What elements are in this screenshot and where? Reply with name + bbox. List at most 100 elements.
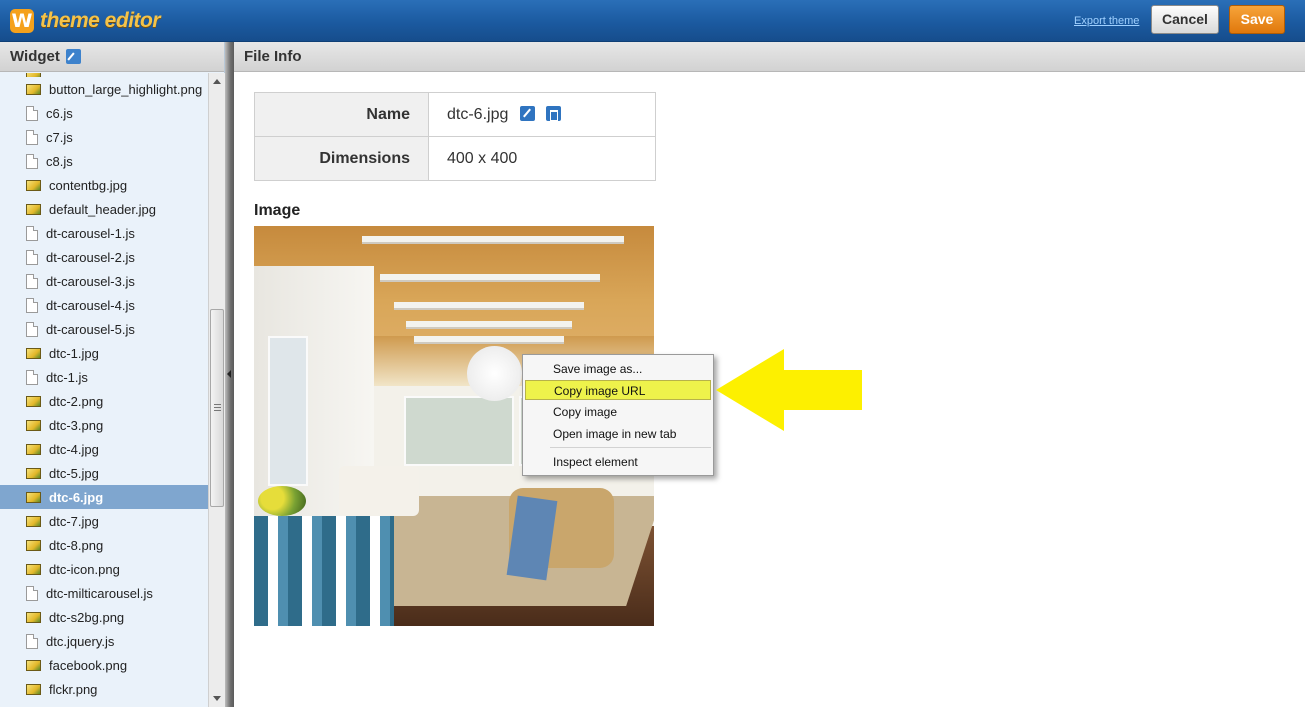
cancel-button[interactable]: Cancel xyxy=(1151,5,1219,34)
image-file-icon xyxy=(26,443,41,455)
scroll-down-icon[interactable] xyxy=(213,696,221,701)
image-file-icon xyxy=(26,395,41,407)
file-name: dtc-icon.png xyxy=(49,561,120,577)
main-header: File Info xyxy=(234,42,1305,72)
file-item[interactable]: button_large_highlight.png xyxy=(0,77,208,101)
doc-file-icon xyxy=(26,249,38,265)
file-item[interactable]: facebook.png xyxy=(0,653,208,677)
logo-badge-icon: W xyxy=(10,9,34,33)
menu-item-copy-image-url[interactable]: Copy image URL xyxy=(525,380,711,400)
photo-beam xyxy=(394,302,584,310)
file-item[interactable]: dtc-1.jpg xyxy=(0,341,208,365)
scrollbar-thumb[interactable] xyxy=(210,309,224,507)
file-item[interactable]: dtc-4.jpg xyxy=(0,437,208,461)
collapse-arrow-icon[interactable] xyxy=(227,370,231,378)
photo-window xyxy=(268,336,308,486)
context-menu: Save image as... Copy image URL Copy ima… xyxy=(522,354,714,476)
pointer-arrow-icon xyxy=(716,349,862,431)
file-item[interactable]: dtc-6.jpg xyxy=(0,485,208,509)
file-item[interactable]: dtc-8.png xyxy=(0,533,208,557)
doc-file-icon xyxy=(26,585,38,601)
image-file-icon xyxy=(26,203,41,215)
doc-file-icon xyxy=(26,633,38,649)
dimensions-value: 400 x 400 xyxy=(428,136,656,181)
file-name: dtc-2.png xyxy=(49,393,104,409)
file-item[interactable]: flckr.png xyxy=(0,677,208,701)
file-item[interactable]: dt-carousel-2.js xyxy=(0,245,208,269)
file-name: dtc-8.png xyxy=(49,537,104,553)
photo-tablecloth xyxy=(254,516,394,626)
file-item[interactable]: dtc-icon.png xyxy=(0,557,208,581)
pencil-icon[interactable] xyxy=(519,105,535,121)
file-name: c8.js xyxy=(46,153,73,169)
file-name: dtc-5.jpg xyxy=(49,465,99,481)
doc-file-icon xyxy=(26,105,38,121)
file-item[interactable]: contentbg.jpg xyxy=(0,173,208,197)
image-file-icon xyxy=(26,491,41,503)
file-name: button_large_highlight.png xyxy=(49,81,203,97)
file-list: button_large_highlight.png c6.js c7.js c8.j… xyxy=(0,73,208,707)
file-item[interactable]: c6.js xyxy=(0,101,208,125)
file-item[interactable]: dt-carousel-4.js xyxy=(0,293,208,317)
file-item[interactable]: dtc-3.png xyxy=(0,413,208,437)
file-item[interactable]: dtc-milticarousel.js xyxy=(0,581,208,605)
doc-file-icon xyxy=(26,153,38,169)
menu-item-inspect-element[interactable]: Inspect element xyxy=(525,452,711,472)
sidebar-scrollbar[interactable] xyxy=(208,73,225,707)
image-file-icon xyxy=(26,419,41,431)
file-name: dtc.jquery.js xyxy=(46,633,115,649)
trash-icon[interactable] xyxy=(546,105,562,121)
file-info-table: Name dtc-6.jpg Dimensions 400 x 400 xyxy=(254,92,656,181)
image-file-icon xyxy=(26,539,41,551)
file-item[interactable]: dtc-2.png xyxy=(0,389,208,413)
name-label: Name xyxy=(254,92,429,137)
file-name: dt-carousel-3.js xyxy=(46,273,135,289)
file-name: facebook.png xyxy=(49,657,128,673)
photo-sofa xyxy=(339,466,419,516)
file-name: dtc-7.jpg xyxy=(49,513,99,529)
grip-icon xyxy=(214,404,221,411)
doc-file-icon xyxy=(26,369,38,385)
image-file-icon xyxy=(26,659,41,671)
file-item[interactable]: dtc-7.jpg xyxy=(0,509,208,533)
file-name: dtc-1.jpg xyxy=(49,345,99,361)
file-item[interactable]: dtc-s2bg.png xyxy=(0,605,208,629)
photo-fruit-bowl xyxy=(258,486,306,516)
image-file-icon xyxy=(26,683,41,695)
file-item[interactable]: dt-carousel-3.js xyxy=(0,269,208,293)
file-name: dt-carousel-5.js xyxy=(46,321,135,337)
file-name: dt-carousel-1.js xyxy=(46,225,135,241)
menu-item-copy-image[interactable]: Copy image xyxy=(525,402,711,422)
file-item[interactable]: default_header.jpg xyxy=(0,197,208,221)
file-item[interactable]: dtc-1.js xyxy=(0,365,208,389)
file-item[interactable]: c7.js xyxy=(0,125,208,149)
file-item[interactable]: dt-carousel-1.js xyxy=(0,221,208,245)
file-name: flckr.png xyxy=(49,681,98,697)
photo-beam xyxy=(406,321,572,329)
dimensions-label: Dimensions xyxy=(254,136,429,181)
panel-splitter[interactable] xyxy=(225,42,234,707)
file-item[interactable]: dtc-5.jpg xyxy=(0,461,208,485)
image-file-icon xyxy=(26,83,41,95)
file-name: dtc-3.png xyxy=(49,417,104,433)
menu-item-save-image-as[interactable]: Save image as... xyxy=(525,359,711,379)
image-label: Image xyxy=(254,202,301,219)
photo-beam xyxy=(414,336,564,344)
image-file-icon xyxy=(26,515,41,527)
export-theme-link[interactable]: Export theme xyxy=(1074,15,1139,27)
file-name: dtc-s2bg.png xyxy=(49,609,125,625)
file-item[interactable]: c8.js xyxy=(0,149,208,173)
menu-separator xyxy=(550,447,711,448)
save-button[interactable]: Save xyxy=(1229,5,1285,34)
file-item[interactable]: dtc.jquery.js xyxy=(0,629,208,653)
file-name: dtc-1.js xyxy=(46,369,88,385)
pencil-icon[interactable] xyxy=(65,49,81,64)
sidebar-header: Widget xyxy=(0,42,224,72)
doc-file-icon xyxy=(26,129,38,145)
file-name: default_header.jpg xyxy=(49,201,156,217)
file-item[interactable]: dt-carousel-5.js xyxy=(0,317,208,341)
photo-beam xyxy=(362,236,624,244)
menu-item-open-image-new-tab[interactable]: Open image in new tab xyxy=(525,424,711,444)
image-file-icon xyxy=(26,563,41,575)
scroll-up-icon[interactable] xyxy=(213,79,221,84)
